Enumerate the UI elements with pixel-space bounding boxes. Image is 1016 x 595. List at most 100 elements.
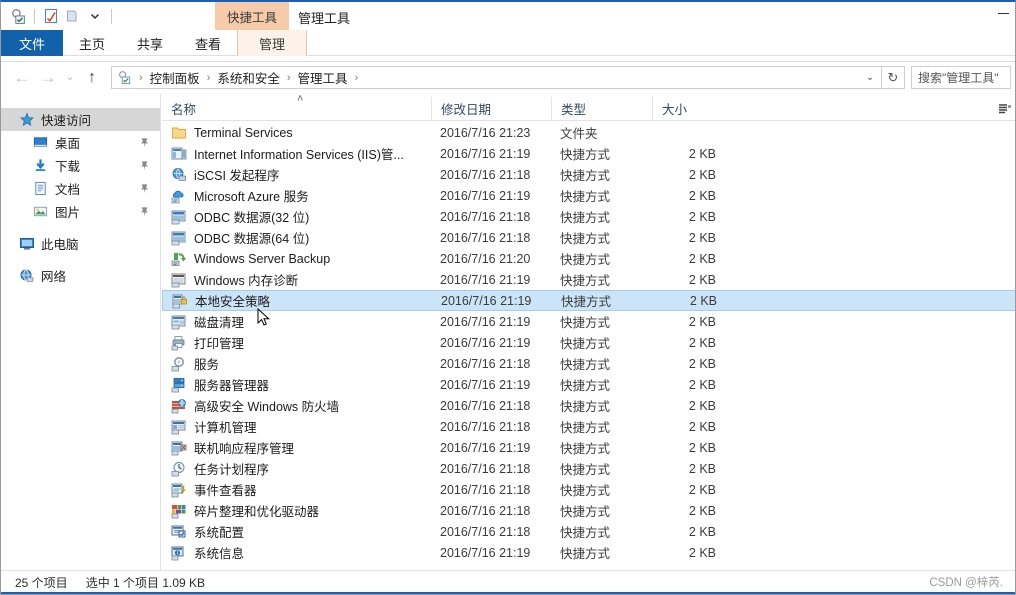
- file-name-cell: 碎片整理和优化驱动器: [162, 501, 431, 520]
- file-type-cell: 快捷方式: [560, 190, 611, 204]
- column-header-name[interactable]: 名称 ˄: [162, 93, 431, 121]
- file-size-cell: 2 KB: [688, 461, 716, 476]
- breadcrumb-root-icon[interactable]: [116, 69, 133, 86]
- properties-icon[interactable]: [40, 5, 62, 27]
- file-name-label: 碎片整理和优化驱动器: [194, 505, 320, 519]
- table-row[interactable]: Terminal Services 2016/7/16 21:23 文件夹: [162, 122, 1015, 143]
- file-size-cell: 2 KB: [688, 146, 716, 161]
- table-row[interactable]: Windows 内存诊断 2016/7/16 21:19 快捷方式 2 KB: [162, 269, 1015, 290]
- file-name-label: 服务: [194, 358, 220, 372]
- print-management-icon: [171, 335, 187, 351]
- file-date-cell: 2016/7/16 21:19: [440, 188, 531, 203]
- file-size-cell: 2 KB: [688, 335, 716, 350]
- sidebar-item-quick-access[interactable]: 快速访问: [1, 108, 160, 131]
- table-row[interactable]: 联机响应程序管理 2016/7/16 21:19 快捷方式 2 KB: [162, 437, 1015, 458]
- recent-locations-button[interactable]: ⌄: [61, 65, 79, 91]
- odbc-icon: [171, 230, 187, 246]
- table-row[interactable]: 系统配置 2016/7/16 21:18 快捷方式 2 KB: [162, 521, 1015, 542]
- column-header-type[interactable]: 类型: [551, 96, 652, 121]
- column-header-size[interactable]: 大小: [652, 96, 724, 121]
- forward-button[interactable]: →: [35, 65, 61, 91]
- file-date-cell: 2016/7/16 21:19: [440, 377, 531, 392]
- status-bar: 25 个项目 选中 1 个项目 1.09 KB: [1, 570, 1015, 594]
- tab-file[interactable]: 文件: [1, 30, 64, 56]
- table-row[interactable]: ODBC 数据源(32 位) 2016/7/16 21:18 快捷方式 2 KB: [162, 206, 1015, 227]
- file-type-cell: 快捷方式: [560, 253, 611, 267]
- table-row[interactable]: 服务器管理器 2016/7/16 21:19 快捷方式 2 KB: [162, 374, 1015, 395]
- table-row[interactable]: Internet Information Services (IIS)管... …: [162, 143, 1015, 164]
- explorer-window: 快捷工具 管理工具 文件 主页 共享 查看 管理 ← → ⌄ ↑ › 控制面板 …: [0, 0, 1016, 595]
- sidebar-label-documents: 文档: [55, 183, 81, 197]
- pin-icon[interactable]: [138, 136, 150, 148]
- table-row[interactable]: Windows Server Backup 2016/7/16 21:20 快捷…: [162, 248, 1015, 269]
- refresh-icon[interactable]: ↻: [882, 66, 905, 89]
- breadcrumb[interactable]: › 控制面板 › 系统和安全 › 管理工具 ›: [111, 66, 866, 89]
- table-row[interactable]: Microsoft Azure 服务 2016/7/16 21:19 快捷方式 …: [162, 185, 1015, 206]
- table-row[interactable]: iSCSI 发起程序 2016/7/16 21:18 快捷方式 2 KB: [162, 164, 1015, 185]
- file-type-cell: 快捷方式: [560, 442, 611, 456]
- up-button[interactable]: ↑: [79, 65, 105, 91]
- address-dropdown-icon[interactable]: ⌄: [859, 66, 882, 89]
- table-row[interactable]: 打印管理 2016/7/16 21:19 快捷方式 2 KB: [162, 332, 1015, 353]
- new-folder-icon[interactable]: [62, 5, 84, 27]
- tab-share[interactable]: 共享: [121, 30, 179, 56]
- table-row[interactable]: 高级安全 Windows 防火墙 2016/7/16 21:18 快捷方式 2 …: [162, 395, 1015, 416]
- search-input[interactable]: 搜索"管理工具": [911, 66, 1011, 89]
- table-row[interactable]: 任务计划程序 2016/7/16 21:18 快捷方式 2 KB: [162, 458, 1015, 479]
- tab-home[interactable]: 主页: [63, 30, 121, 56]
- sidebar-label-pictures: 图片: [55, 206, 81, 220]
- file-size-cell: 2 KB: [688, 167, 716, 182]
- file-type-cell: 快捷方式: [560, 232, 611, 246]
- file-size-cell: 2 KB: [688, 188, 716, 203]
- sidebar-item-pictures[interactable]: 图片: [1, 200, 160, 223]
- sidebar-item-documents[interactable]: 文档: [1, 177, 160, 200]
- file-type-cell: 快捷方式: [560, 526, 611, 540]
- file-list[interactable]: Terminal Services 2016/7/16 21:23 文件夹 In…: [162, 122, 1015, 572]
- file-size-cell: 2 KB: [688, 230, 716, 245]
- table-row[interactable]: ODBC 数据源(64 位) 2016/7/16 21:18 快捷方式 2 KB: [162, 227, 1015, 248]
- table-row[interactable]: 磁盘清理 2016/7/16 21:19 快捷方式 2 KB: [162, 311, 1015, 332]
- table-row[interactable]: 事件查看器 2016/7/16 21:18 快捷方式 2 KB: [162, 479, 1015, 500]
- pin-icon[interactable]: [138, 182, 150, 194]
- column-header-date[interactable]: 修改日期: [431, 96, 551, 121]
- pin-icon[interactable]: [138, 159, 150, 171]
- file-date-cell: 2016/7/16 21:18: [440, 461, 531, 476]
- watermark: CSDN @梓芮.: [929, 577, 1003, 589]
- back-button[interactable]: ←: [9, 65, 35, 91]
- file-name-cell: 磁盘清理: [162, 312, 431, 331]
- tab-view[interactable]: 查看: [179, 30, 237, 56]
- file-name-label: Internet Information Services (IIS)管...: [194, 148, 404, 162]
- file-type-cell: 快捷方式: [560, 274, 611, 288]
- sidebar-item-desktop[interactable]: 桌面: [1, 131, 160, 154]
- sidebar-item-this-pc[interactable]: 此电脑: [1, 232, 160, 255]
- admin-tools-icon[interactable]: [7, 5, 29, 27]
- sidebar-item-downloads[interactable]: 下载: [1, 154, 160, 177]
- sidebar-item-network[interactable]: 网络: [1, 264, 160, 287]
- file-name-label: Windows 内存诊断: [194, 274, 299, 288]
- file-name-cell: 本地安全策略: [163, 291, 432, 310]
- table-row[interactable]: 计算机管理 2016/7/16 21:18 快捷方式 2 KB: [162, 416, 1015, 437]
- qat-divider-1: [34, 8, 35, 24]
- sidebar-gap-2: [1, 255, 160, 264]
- customize-qat-icon[interactable]: [84, 5, 106, 27]
- minimize-button[interactable]: [998, 13, 1009, 14]
- table-row[interactable]: 服务 2016/7/16 21:18 快捷方式 2 KB: [162, 353, 1015, 374]
- file-type-cell: 快捷方式: [560, 421, 611, 435]
- breadcrumb-item-control-panel[interactable]: 控制面板: [147, 68, 203, 87]
- downloads-icon: [33, 158, 52, 173]
- file-date-cell: 2016/7/16 21:19: [440, 314, 531, 329]
- this-pc-icon: [19, 236, 38, 252]
- pin-icon[interactable]: [138, 205, 150, 217]
- breadcrumb-item-admin-tools[interactable]: 管理工具: [295, 68, 351, 87]
- breadcrumb-item-system-and-security[interactable]: 系统和安全: [214, 68, 283, 87]
- table-row[interactable]: 系统信息 2016/7/16 21:19 快捷方式 2 KB: [162, 542, 1015, 563]
- table-row-selected[interactable]: 本地安全策略 2016/7/16 21:19 快捷方式 2 KB: [162, 290, 1015, 311]
- sidebar-label-quick-access: 快速访问: [41, 114, 92, 128]
- online-responder-icon: [171, 440, 187, 456]
- column-options-icon[interactable]: [997, 101, 1013, 117]
- table-row[interactable]: 碎片整理和优化驱动器 2016/7/16 21:18 快捷方式 2 KB: [162, 500, 1015, 521]
- tab-manage[interactable]: 管理: [237, 30, 308, 56]
- file-name-cell: iSCSI 发起程序: [162, 165, 431, 184]
- file-date-cell: 2016/7/16 21:19: [440, 335, 531, 350]
- file-type-cell: 快捷方式: [560, 169, 611, 183]
